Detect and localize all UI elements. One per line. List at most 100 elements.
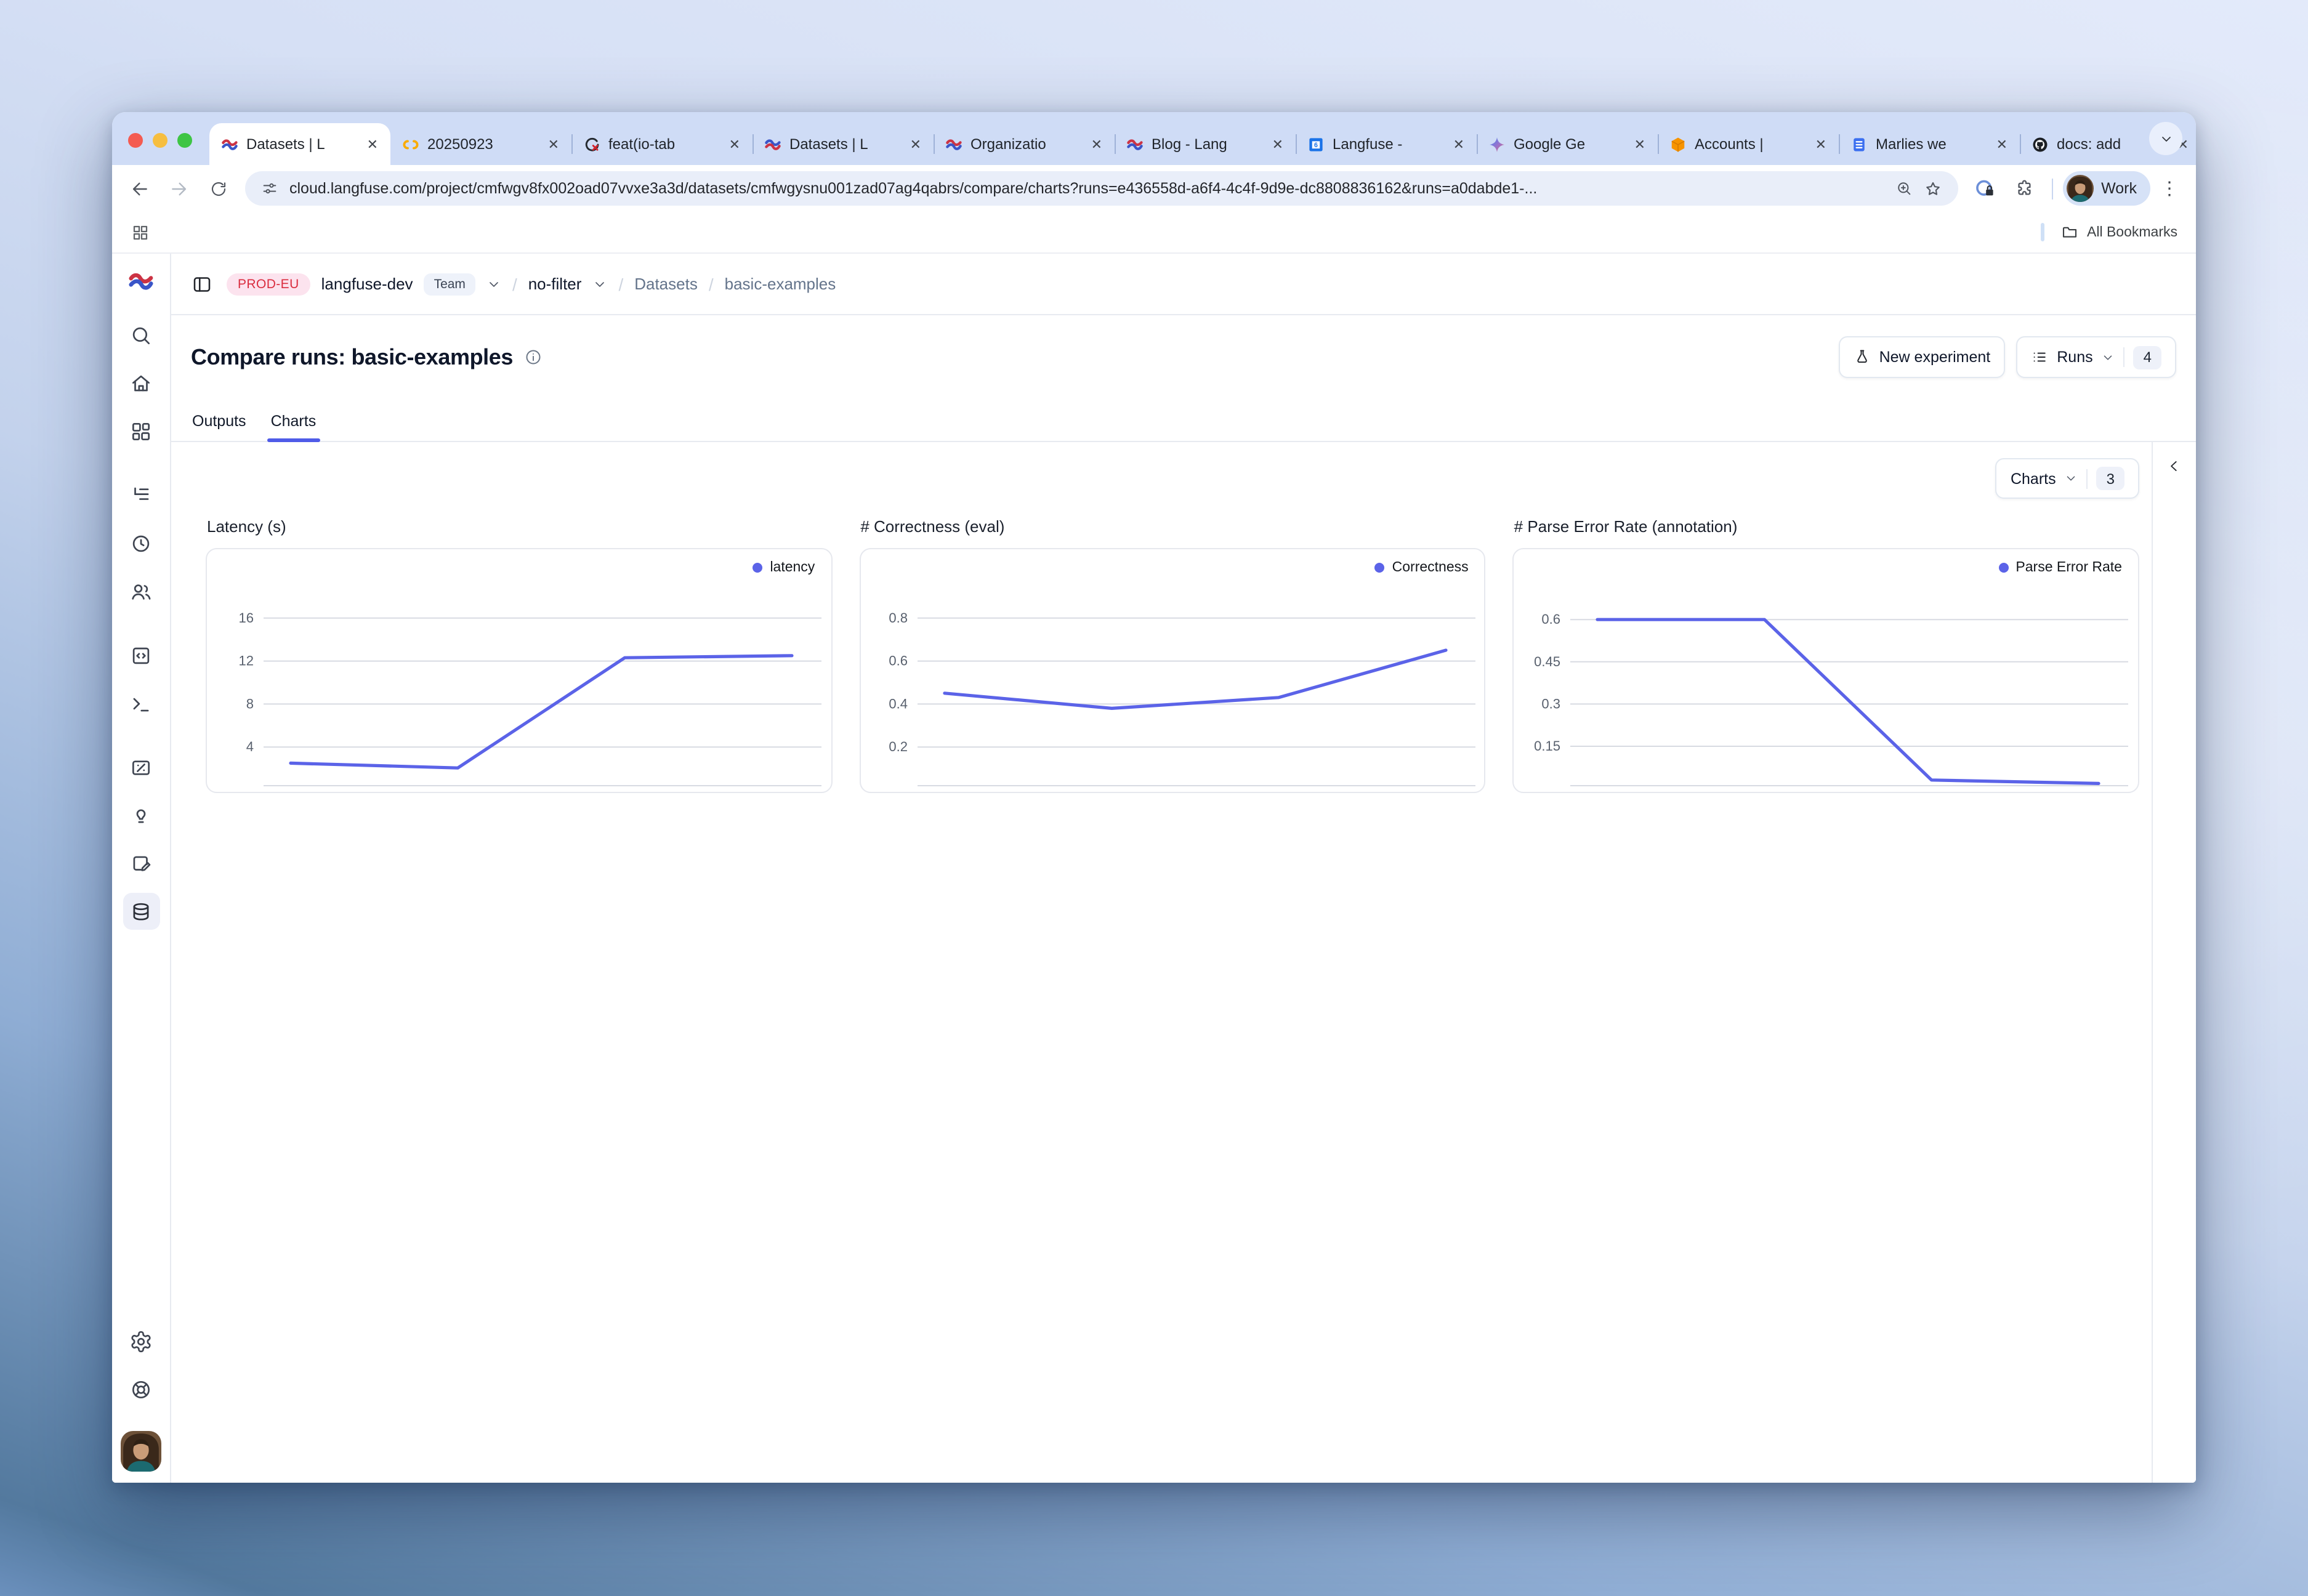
browser-tab[interactable]: feat(io-tab ✕ <box>571 123 753 165</box>
breadcrumb-separator: / <box>709 274 714 294</box>
browser-tab[interactable]: Organizatio ✕ <box>934 123 1115 165</box>
puzzle-icon <box>2015 179 2035 198</box>
browser-toolbar: cloud.langfuse.com/project/cmfwgv8fx002o… <box>112 165 2196 212</box>
chart-title: # Parse Error Rate (annotation) <box>1514 517 2139 536</box>
sidebar-item-sessions[interactable] <box>123 525 159 562</box>
extensions-button[interactable] <box>2007 171 2042 206</box>
page-header: Compare runs: basic-examples New experim… <box>171 315 2196 392</box>
svg-text:6: 6 <box>1314 141 1318 148</box>
minimize-window-button[interactable] <box>153 132 167 147</box>
new-experiment-button[interactable]: New experiment <box>1839 336 2006 378</box>
tab-outputs[interactable]: Outputs <box>192 413 246 441</box>
tab-search-button[interactable] <box>2149 122 2182 155</box>
reload-button[interactable] <box>201 171 235 206</box>
page-zoom-icon[interactable] <box>1895 180 1913 197</box>
back-button[interactable] <box>122 171 156 206</box>
browser-tab[interactable]: 6 Langfuse - ✕ <box>1296 123 1477 165</box>
breadcrumb-datasets-link[interactable]: Datasets <box>634 275 698 293</box>
forward-arrow-icon <box>168 178 189 199</box>
org-name[interactable]: langfuse-dev <box>321 275 413 293</box>
content-wrap: Charts 3 Latency (s) 481216 latency # Co… <box>171 442 2196 1483</box>
y-tick-label: 0.4 <box>889 696 908 711</box>
sidebar-item-annotation[interactable] <box>123 845 159 882</box>
tab-close-icon[interactable]: ✕ <box>363 135 382 153</box>
password-extension-button[interactable] <box>1968 171 2003 206</box>
browser-tab[interactable]: Datasets | L ✕ <box>753 123 934 165</box>
info-icon[interactable] <box>524 349 541 366</box>
collapse-panel-chevron-icon[interactable] <box>2166 458 2182 474</box>
tab-close-icon[interactable]: ✕ <box>1450 135 1468 153</box>
button-divider <box>2087 469 2088 488</box>
charts-dropdown-button[interactable]: Charts 3 <box>1996 458 2139 499</box>
legend-dot-icon <box>1375 563 1385 573</box>
chart-card[interactable]: 0.150.30.450.6 Parse Error Rate <box>1513 548 2139 793</box>
toolbar-divider <box>2052 178 2053 199</box>
tab-close-icon[interactable]: ✕ <box>725 135 744 153</box>
browser-tab[interactable]: Accounts | ✕ <box>1658 123 1839 165</box>
forward-button[interactable] <box>161 171 196 206</box>
cube-favicon-icon <box>1669 135 1687 153</box>
browser-tab[interactable]: 20250923 ✕ <box>390 123 571 165</box>
org-switcher-chevron-icon[interactable] <box>486 276 501 291</box>
runs-dropdown-button[interactable]: Runs 4 <box>2016 336 2176 378</box>
sidebar-item-settings[interactable] <box>123 1323 159 1360</box>
tab-label: 20250923 <box>427 135 537 153</box>
all-bookmarks-button[interactable]: All Bookmarks <box>2040 223 2177 241</box>
view-tabs: Outputs Charts <box>171 392 2196 442</box>
tab-close-icon[interactable]: ✕ <box>1269 135 1287 153</box>
folder-icon <box>2060 223 2078 241</box>
project-name[interactable]: no-filter <box>528 275 582 293</box>
site-settings-icon[interactable] <box>261 180 278 197</box>
org-role-badge: Team <box>424 273 475 295</box>
browser-tab[interactable]: Marlies we ✕ <box>1839 123 2020 165</box>
legend-dot-icon <box>753 563 762 573</box>
tab-charts[interactable]: Charts <box>271 413 317 441</box>
sidebar-item-dashboards[interactable] <box>123 413 159 449</box>
sidebar-bottom <box>121 1323 161 1472</box>
sidebar-item-datasets[interactable] <box>123 893 159 930</box>
user-avatar[interactable] <box>121 1431 161 1472</box>
browser-tab[interactable]: Blog - Lang ✕ <box>1115 123 1296 165</box>
profile-avatar <box>2067 175 2094 202</box>
tab-close-icon[interactable]: ✕ <box>1812 135 1830 153</box>
support-icon <box>129 1377 153 1401</box>
browser-tab[interactable]: Datasets | L ✕ <box>209 123 390 165</box>
y-tick-label: 8 <box>246 696 254 711</box>
sessions-icon <box>129 531 153 555</box>
sidebar-item-users[interactable] <box>123 573 159 610</box>
sidebar-item-prompts[interactable] <box>123 637 159 674</box>
sidebar-item-support[interactable] <box>123 1371 159 1408</box>
desktop: Datasets | L ✕ 20250923 ✕ feat(io-tab ✕ … <box>0 0 2308 1596</box>
browser-menu-button[interactable]: ⋮ <box>2155 177 2184 200</box>
sidebar-toggle-icon[interactable] <box>191 273 213 295</box>
chart-legend: Correctness <box>1375 560 1469 575</box>
sidebar-item-scores[interactable] <box>123 749 159 786</box>
maximize-window-button[interactable] <box>177 132 192 147</box>
apps-shortcut-button[interactable] <box>131 222 150 242</box>
bookmark-star-icon[interactable] <box>1924 179 1942 198</box>
chart-card[interactable]: 0.20.40.60.8 Correctness <box>859 548 1485 793</box>
sidebar-item-playground[interactable] <box>123 685 159 722</box>
y-tick-label: 12 <box>239 653 254 669</box>
project-switcher-chevron-icon[interactable] <box>592 276 607 291</box>
chart-legend: Parse Error Rate <box>1998 560 2122 575</box>
sidebar-item-tracing[interactable] <box>123 477 159 514</box>
tab-close-icon[interactable]: ✕ <box>544 135 563 153</box>
tab-close-icon[interactable]: ✕ <box>1631 135 1649 153</box>
charts-chevron-icon <box>2065 472 2078 485</box>
close-window-button[interactable] <box>128 132 143 147</box>
address-bar[interactable]: cloud.langfuse.com/project/cmfwgv8fx002o… <box>245 171 1958 206</box>
environment-badge[interactable]: PROD-EU <box>227 273 310 295</box>
sidebar-item-insights[interactable] <box>123 797 159 834</box>
tab-close-icon[interactable]: ✕ <box>1087 135 1106 153</box>
breadcrumb-dataset-name[interactable]: basic-examples <box>725 275 836 293</box>
sidebar-item-home[interactable] <box>123 365 159 401</box>
sidebar-item-search[interactable] <box>123 316 159 353</box>
chart-card[interactable]: 481216 latency <box>206 548 832 793</box>
browser-tab[interactable]: Google Ge ✕ <box>1477 123 1658 165</box>
tab-close-icon[interactable]: ✕ <box>1993 135 2011 153</box>
tab-close-icon[interactable]: ✕ <box>906 135 925 153</box>
url-text[interactable]: cloud.langfuse.com/project/cmfwgv8fx002o… <box>289 180 1884 197</box>
profile-chip[interactable]: Work <box>2063 171 2150 206</box>
doc-favicon-icon <box>1850 135 1868 153</box>
